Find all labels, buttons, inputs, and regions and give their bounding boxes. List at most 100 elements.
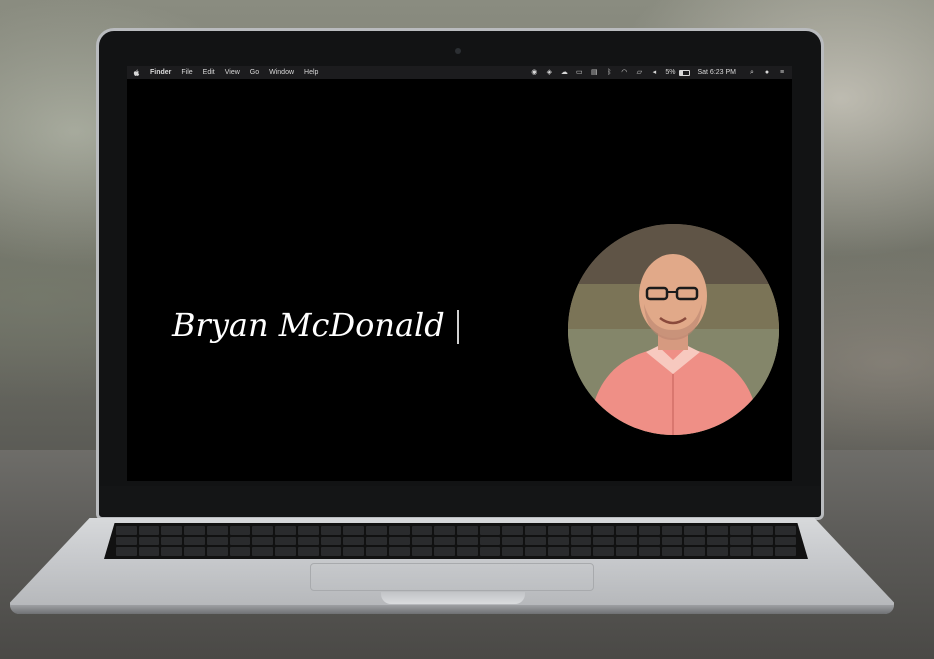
keyboard-key (434, 536, 455, 546)
keyboard-key (116, 547, 137, 556)
keyboard-key (502, 536, 524, 546)
keyboard-key (616, 547, 637, 556)
keyboard-key (684, 526, 706, 535)
keyboard-key (775, 547, 796, 556)
keyboard-key (411, 526, 433, 535)
keyboard-key (116, 526, 137, 535)
cloud-icon[interactable]: ☁ (560, 69, 568, 76)
keyboard-key (775, 536, 796, 546)
keyboard-key (434, 526, 455, 535)
keyboard-key (661, 547, 683, 556)
keyboard-key (729, 526, 751, 535)
laptop-bottom-bezel (100, 486, 820, 516)
keyboard-key (116, 536, 137, 546)
keyboard-key (184, 536, 205, 546)
keyboard-key (707, 547, 728, 556)
keyboard-key (138, 526, 160, 535)
keyboard-key (366, 547, 387, 556)
keyboard-key (525, 547, 546, 556)
keyboard-key (479, 547, 501, 556)
keyboard-key (479, 536, 501, 546)
airplay-icon[interactable]: ▱ (635, 69, 643, 76)
menu-window[interactable]: Window (269, 69, 294, 76)
keyboard-key (525, 536, 546, 546)
keyboard-key (638, 547, 660, 556)
menu-help[interactable]: Help (304, 69, 318, 76)
keyboard-key (366, 526, 387, 535)
apple-icon[interactable] (133, 69, 140, 77)
keyboard-key (275, 547, 296, 556)
dropbox-icon[interactable]: ◈ (545, 69, 553, 76)
keyboard-key (707, 536, 728, 546)
keyboard-key (752, 536, 774, 546)
monitor-icon[interactable]: ▭ (575, 69, 583, 76)
keyboard-key (729, 536, 751, 546)
hero-name: Bryan McDonald (172, 306, 445, 344)
keyboard-key (525, 526, 546, 535)
menu-file[interactable]: File (181, 69, 192, 76)
keyboard-key (275, 536, 296, 546)
display-icon[interactable]: ▤ (590, 69, 598, 76)
keyboard-key (343, 536, 365, 546)
notification-list-icon[interactable]: ≡ (778, 69, 786, 76)
keyboard-key (616, 526, 637, 535)
keyboard-key (570, 526, 592, 535)
laptop-screen: Finder File Edit View Go Window Help ◉ ◈… (127, 66, 792, 481)
keyboard-key (229, 526, 251, 535)
keyboard-key (343, 526, 365, 535)
keyboard-key (320, 526, 342, 535)
menubar-clock[interactable]: Sat 6:23 PM (697, 69, 736, 76)
keyboard-key (206, 536, 228, 546)
keyboard-key (138, 547, 160, 556)
keyboard-key (457, 536, 478, 546)
keyboard-key (411, 536, 433, 546)
keyboard-key (661, 536, 683, 546)
keyboard-key (661, 526, 683, 535)
keyboard-key (752, 526, 774, 535)
keyboard-key (297, 547, 319, 556)
keyboard-key (457, 526, 478, 535)
keyboard-key (775, 526, 796, 535)
keyboard-key (684, 536, 706, 546)
keyboard-key (411, 547, 433, 556)
keyboard-key (275, 526, 296, 535)
keyboard-key (593, 536, 615, 546)
mac-menu-bar: Finder File Edit View Go Window Help ◉ ◈… (127, 66, 792, 79)
keyboard-key (206, 547, 228, 556)
battery-percent: 5% (665, 69, 676, 76)
keyboard-key (184, 526, 205, 535)
keyboard-key (479, 526, 501, 535)
keyboard-key (638, 526, 660, 535)
search-icon[interactable]: ⌕ (748, 69, 756, 76)
keyboard-key (638, 536, 660, 546)
keyboard-key (366, 536, 387, 546)
keyboard-key (547, 547, 569, 556)
menu-go[interactable]: Go (250, 69, 259, 76)
keyboard-key (297, 536, 319, 546)
bluetooth-icon[interactable]: ᛒ (605, 69, 613, 76)
keyboard-key (161, 547, 183, 556)
keyboard-key (593, 526, 615, 535)
trackpad[interactable] (310, 563, 594, 591)
profile-photo (568, 224, 779, 435)
keyboard-key (707, 526, 728, 535)
battery-icon[interactable] (679, 69, 691, 76)
keyboard-key (252, 536, 274, 546)
keyboard-key (184, 547, 205, 556)
keyboard-key (297, 526, 319, 535)
menu-edit[interactable]: Edit (203, 69, 215, 76)
record-icon[interactable]: ◉ (530, 69, 538, 76)
user-icon[interactable]: ● (763, 69, 771, 76)
keyboard (104, 523, 808, 559)
wifi-icon[interactable]: ◠ (620, 69, 628, 76)
keyboard-key (570, 547, 592, 556)
menu-app-finder[interactable]: Finder (150, 69, 171, 76)
keyboard-key (457, 547, 478, 556)
keyboard-key (547, 526, 569, 535)
keyboard-key (252, 547, 274, 556)
keyboard-key (593, 547, 615, 556)
keyboard-key (502, 526, 524, 535)
volume-icon[interactable]: ◂ (650, 69, 658, 76)
menu-view[interactable]: View (225, 69, 240, 76)
keyboard-key (434, 547, 455, 556)
